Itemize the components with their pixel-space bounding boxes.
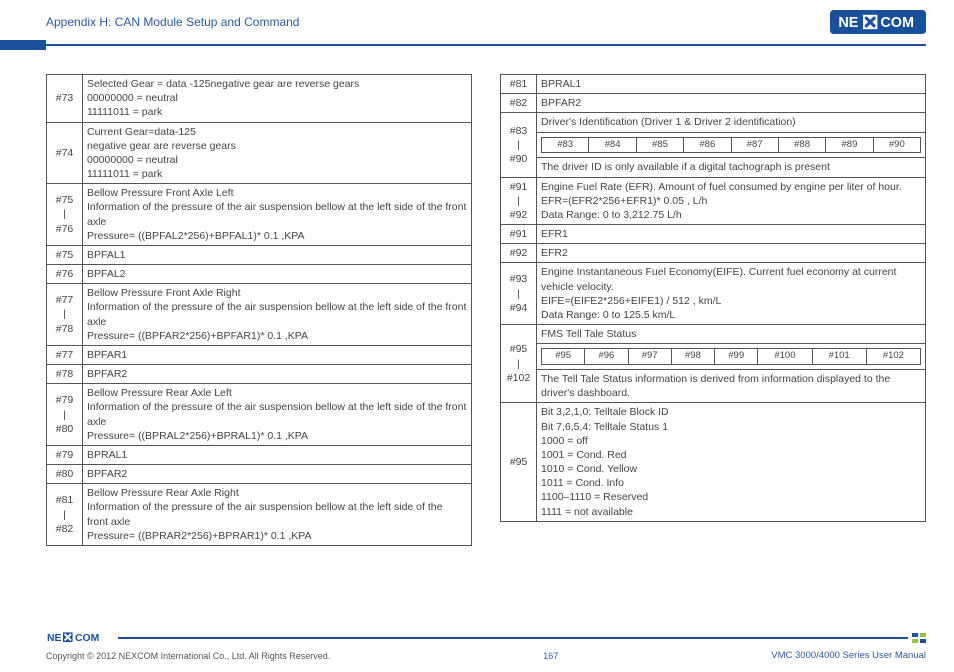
row-desc: EFR2 [537,244,926,263]
sub-cell: #90 [873,137,920,153]
row-desc: Bellow Pressure Rear Axle RightInformati… [83,484,472,546]
sub-cell: #84 [589,137,636,153]
row-index: #73 [47,75,83,123]
row-desc: BPFAR2 [83,365,472,384]
sub-table: #95#96#97#98#99#100#101#102 [541,348,921,365]
row-index: #77 [47,345,83,364]
svg-text:NE: NE [47,633,62,644]
row-desc: FMS Tell Tale Status [537,325,926,344]
sub-cell: #97 [628,349,671,365]
row-desc: BPFAR1 [83,345,472,364]
row-desc: Bit 3,2,1,0: Telltale Block IDBit 7,6,5,… [537,403,926,521]
row-index: #81|#82 [47,484,83,546]
row-index: #76 [47,265,83,284]
sub-cell: #101 [812,349,866,365]
row-desc: #95#96#97#98#99#100#101#102 [537,344,926,370]
manual-title: VMC 3000/4000 Series User Manual [771,650,926,661]
row-index: #74 [47,122,83,184]
right-table: #81BPRAL1#82BPFAR2#83|#90Driver's Identi… [500,74,926,522]
row-index: #91|#92 [501,177,537,225]
content-area: #73Selected Gear = data -125negative gea… [0,50,954,546]
sub-cell: #85 [636,137,683,153]
sub-cell: #102 [866,349,920,365]
row-index: #80 [47,465,83,484]
row-desc: Bellow Pressure Rear Axle LeftInformatio… [83,384,472,446]
row-desc: EFR1 [537,225,926,244]
sub-cell: #86 [684,137,731,153]
row-desc: Bellow Pressure Front Axle LeftInformati… [83,184,472,246]
row-index: #91 [501,225,537,244]
sub-table: #83#84#85#86#87#88#89#90 [541,137,921,154]
sub-cell: #98 [671,349,714,365]
sub-cell: #87 [731,137,778,153]
page-footer: NE COM Copyright © 2012 NEXCOM Internatio… [0,630,954,661]
row-desc: BPFAR2 [83,465,472,484]
row-index: #79 [47,445,83,464]
left-column: #73Selected Gear = data -125negative gea… [46,74,472,546]
nexcom-logo: NE COM [830,10,926,34]
left-table: #73Selected Gear = data -125negative gea… [46,74,472,546]
row-index: #77|#78 [47,284,83,346]
row-index: #95 [501,403,537,521]
row-index: #78 [47,365,83,384]
sub-cell: #96 [585,349,628,365]
row-desc: BPRAL1 [537,75,926,94]
sub-cell: #100 [758,349,812,365]
row-desc: BPFAL2 [83,265,472,284]
row-desc: BPFAL1 [83,245,472,264]
row-desc: Selected Gear = data -125negative gear a… [83,75,472,123]
appendix-title: Appendix H: CAN Module Setup and Command [46,15,299,29]
row-desc: Driver's Identification (Driver 1 & Driv… [537,113,926,132]
row-index: #82 [501,94,537,113]
sub-cell: #88 [778,137,825,153]
page-number: 167 [543,651,558,661]
row-index: #79|#80 [47,384,83,446]
sub-cell: #95 [542,349,585,365]
row-index: #93|#94 [501,263,537,325]
row-index: #81 [501,75,537,94]
sub-cell: #83 [542,137,589,153]
row-desc: BPRAL1 [83,445,472,464]
row-desc: #83#84#85#86#87#88#89#90 [537,132,926,158]
row-index: #92 [501,244,537,263]
sub-cell: #99 [715,349,758,365]
copyright-text: Copyright © 2012 NEXCOM International Co… [46,651,330,661]
row-index: #75|#76 [47,184,83,246]
sub-cell: #89 [826,137,873,153]
svg-text:COM: COM [75,633,99,644]
row-desc: Current Gear=data-125negative gear are r… [83,122,472,184]
row-desc: Bellow Pressure Front Axle RightInformat… [83,284,472,346]
row-desc: Engine Instantaneous Fuel Economy(EIFE).… [537,263,926,325]
page-header: Appendix H: CAN Module Setup and Command… [0,0,954,40]
row-desc: Engine Fuel Rate (EFR). Amount of fuel c… [537,177,926,225]
row-index: #83|#90 [501,113,537,177]
row-index: #95|#102 [501,325,537,403]
svg-text:COM: COM [880,15,914,31]
header-rule [0,40,954,50]
footer-logo: NE COM [46,630,112,646]
row-desc: BPFAR2 [537,94,926,113]
row-index: #75 [47,245,83,264]
row-desc: The Tell Tale Status information is deri… [537,370,926,403]
row-desc: The driver ID is only available if a dig… [537,158,926,177]
footer-mark-icon [912,633,926,643]
right-column: #81BPRAL1#82BPFAR2#83|#90Driver's Identi… [500,74,926,546]
svg-text:NE: NE [838,15,858,31]
